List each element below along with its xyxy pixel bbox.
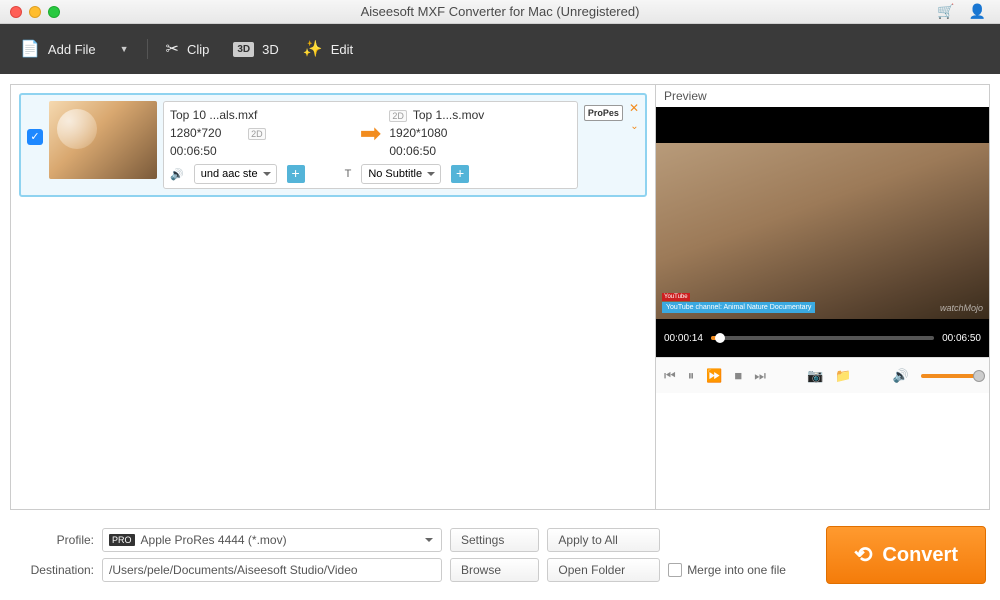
volume-knob[interactable] [973, 370, 985, 382]
preview-label: Preview [656, 85, 989, 107]
target-duration: 00:06:50 [389, 142, 571, 160]
source-filename: Top 10 ...als.mxf [170, 106, 352, 124]
source-2d-badge: 2D [248, 128, 266, 140]
profile-select[interactable]: PRO Apple ProRes 4444 (*.mov) [102, 528, 442, 552]
prores-icon: PRO [109, 534, 135, 546]
edit-label: Edit [331, 42, 353, 57]
user-icon[interactable]: 👤 [969, 3, 986, 20]
merge-checkbox[interactable]: Merge into one file [668, 563, 810, 577]
source-duration: 00:06:50 [170, 142, 352, 160]
row-actions-2: ✕ ⌄ [629, 101, 639, 132]
video-letterbox-top [656, 107, 989, 143]
convert-button[interactable]: ⟲ Convert [826, 526, 986, 584]
current-time: 00:00:14 [664, 333, 703, 344]
target-filename: Top 1...s.mov [413, 108, 484, 122]
source-dims: 1280*720 [170, 126, 221, 140]
apply-all-button[interactable]: Apply to All [547, 528, 660, 552]
audio-track-select[interactable]: und aac ste [194, 164, 277, 184]
main-area: ✓ Top 10 ...als.mxf 1280*720 2D 00:06:50… [10, 84, 990, 510]
snapshot-icon[interactable]: 📷 [807, 368, 823, 384]
checkbox-checked[interactable]: ✓ [27, 129, 43, 145]
video-progress-bar: 00:00:14 00:06:50 [656, 319, 989, 357]
total-time: 00:06:50 [942, 333, 981, 344]
three-d-label: 3D [262, 42, 279, 57]
add-file-button[interactable]: 📄 Add File [20, 39, 96, 59]
toolbar: 📄 Add File ▼ ✂ Clip 3D 3D ✨ Edit [0, 24, 1000, 74]
progress-track[interactable] [711, 336, 934, 340]
wand-icon: ✨ [303, 39, 323, 59]
player-controls: ⏮ ⏸ ⏩ ■ ⏭ 📷 📁 🔊 [656, 357, 989, 393]
edit-button[interactable]: ✨ Edit [303, 39, 353, 59]
convert-icon: ⟲ [854, 542, 872, 568]
clip-button[interactable]: ✂ Clip [166, 39, 210, 59]
add-subtitle-button[interactable]: + [451, 165, 469, 183]
window-title: Aiseesoft MXF Converter for Mac (Unregis… [0, 4, 1000, 19]
merge-label: Merge into one file [687, 563, 786, 577]
settings-button[interactable]: Settings [450, 528, 539, 552]
progress-knob[interactable] [715, 333, 725, 343]
convert-label: Convert [882, 544, 958, 567]
target-dims: 1920*1080 [389, 124, 571, 142]
destination-input[interactable]: /Users/pele/Documents/Aiseesoft Studio/V… [102, 558, 442, 582]
folder-icon[interactable]: 📁 [835, 368, 851, 384]
youtube-badge: YouTube [662, 293, 690, 301]
three-d-icon: 3D [233, 42, 254, 57]
browse-button[interactable]: Browse [450, 558, 539, 582]
volume-icon[interactable]: 🔊 [893, 368, 909, 384]
file-list: ✓ Top 10 ...als.mxf 1280*720 2D 00:06:50… [11, 85, 655, 509]
arrow-right-icon: ➡ [360, 118, 382, 149]
cart-icon[interactable]: 🛒 [937, 3, 954, 20]
toolbar-divider [147, 39, 148, 59]
add-file-label: Add File [48, 42, 96, 57]
add-audio-button[interactable]: + [287, 165, 305, 183]
file-row[interactable]: ✓ Top 10 ...als.mxf 1280*720 2D 00:06:50… [19, 93, 647, 197]
titlebar: Aiseesoft MXF Converter for Mac (Unregis… [0, 0, 1000, 24]
maximize-icon[interactable] [48, 6, 60, 18]
app-window: Aiseesoft MXF Converter for Mac (Unregis… [0, 0, 1000, 600]
fast-forward-icon[interactable]: ⏩ [706, 368, 722, 384]
bottom-bar: Profile: PRO Apple ProRes 4444 (*.mov) S… [0, 510, 1000, 600]
scissors-icon: ✂ [166, 39, 179, 59]
add-file-dropdown[interactable]: ▼ [120, 44, 129, 54]
close-icon[interactable] [10, 6, 22, 18]
prev-icon[interactable]: ⏮ [664, 368, 676, 384]
open-folder-button[interactable]: Open Folder [547, 558, 660, 582]
add-file-icon: 📄 [20, 39, 40, 59]
video-thumbnail[interactable] [49, 101, 157, 179]
volume-slider[interactable] [921, 374, 981, 378]
traffic-lights [10, 6, 60, 18]
checkbox-icon [668, 563, 682, 577]
three-d-button[interactable]: 3D 3D [233, 42, 278, 57]
clip-label: Clip [187, 42, 209, 57]
pause-icon[interactable]: ⏸ [688, 368, 695, 384]
video-watermark: watchMojo [940, 303, 983, 313]
preview-panel: Preview YouTube YouTube channel: Animal … [655, 85, 989, 509]
format-badge[interactable]: ProPes [584, 105, 623, 121]
video-banner: YouTube channel: Animal Nature Documenta… [662, 302, 815, 313]
video-player: YouTube YouTube channel: Animal Nature D… [656, 107, 989, 357]
video-frame[interactable]: YouTube YouTube channel: Animal Nature D… [656, 143, 989, 319]
minimize-icon[interactable] [29, 6, 41, 18]
chevron-down-icon[interactable]: ⌄ [630, 121, 637, 132]
stop-icon[interactable]: ■ [734, 368, 742, 383]
target-info: 2D Top 1...s.mov 1920*1080 00:06:50 [389, 106, 571, 160]
remove-file-icon[interactable]: ✕ [629, 101, 639, 115]
next-icon[interactable]: ⏭ [754, 368, 766, 384]
destination-label: Destination: [14, 563, 94, 577]
row-actions: ProPes [584, 105, 623, 121]
profile-label: Profile: [14, 533, 94, 547]
subtitle-select[interactable]: No Subtitle [361, 164, 441, 184]
target-2d-badge: 2D [389, 110, 407, 122]
file-info-block: Top 10 ...als.mxf 1280*720 2D 00:06:50 ➡… [163, 101, 578, 189]
source-info: Top 10 ...als.mxf 1280*720 2D 00:06:50 [170, 106, 352, 160]
